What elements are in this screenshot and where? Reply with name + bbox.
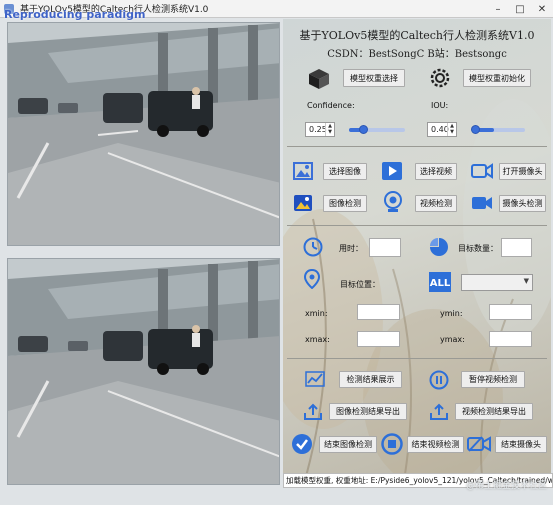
detection-image-panel xyxy=(7,258,280,485)
select-video-button[interactable]: 选择视频 xyxy=(415,163,457,180)
line-chart-icon xyxy=(305,371,325,387)
export-icon xyxy=(304,403,322,420)
author-credit: CSDN：BestSongC B站：Bestsongc xyxy=(327,49,507,60)
confidence-label: Confidence: xyxy=(307,101,355,110)
svg-text:ALL: ALL xyxy=(430,278,451,289)
target-count-label: 目标数量： xyxy=(458,244,498,253)
ymax-field xyxy=(489,331,532,347)
export-video-results-button[interactable]: 视频检测结果导出 xyxy=(455,403,533,420)
check-circle-icon xyxy=(292,434,312,454)
end-camera-button[interactable]: 结束摄像头 xyxy=(495,436,547,453)
image-detect-button[interactable]: 图像检测 xyxy=(323,195,367,212)
end-video-detect-button[interactable]: 结束视频检测 xyxy=(407,436,464,453)
target-select[interactable]: ▼ xyxy=(461,274,533,291)
time-value-field xyxy=(369,238,401,257)
target-count-field xyxy=(501,238,532,257)
confidence-slider-handle[interactable] xyxy=(359,125,368,134)
chevron-down-icon: ▼ xyxy=(523,277,529,285)
maximize-button[interactable]: □ xyxy=(509,0,531,18)
iou-label: IOU: xyxy=(431,101,449,110)
xmin-label: xmin: xyxy=(305,309,328,318)
camera-detect-button[interactable]: 摄像头检测 xyxy=(499,195,546,212)
iou-slider-handle[interactable] xyxy=(471,125,480,134)
camera-off-icon xyxy=(467,436,491,452)
stop-circle-icon xyxy=(381,433,403,455)
ymin-label: ymin: xyxy=(440,309,463,318)
select-image-button[interactable]: 选择图像 xyxy=(323,163,367,180)
iou-slider[interactable] xyxy=(471,125,525,134)
show-results-button[interactable]: 检测结果展示 xyxy=(339,371,402,388)
pie-chart-icon xyxy=(430,238,448,256)
window-controls: – □ ✕ xyxy=(487,0,553,18)
xmin-field xyxy=(357,304,400,320)
camera-detect-icon xyxy=(472,197,492,209)
spin-arrows-icon[interactable]: ▲ ▼ xyxy=(325,123,334,136)
init-weights-button[interactable]: 模型权重初始化 xyxy=(463,69,531,87)
export-icon xyxy=(430,403,448,420)
ymin-field xyxy=(489,304,532,320)
image-detect-icon xyxy=(294,195,312,211)
pause-video-button[interactable]: 暂停视频检测 xyxy=(461,371,525,388)
app-title: 基于YOLOv5模型的Caltech行人检测系统V1.0 xyxy=(299,29,535,42)
export-image-results-button[interactable]: 图像检测结果导出 xyxy=(329,403,407,420)
target-position-label: 目标位置： xyxy=(340,280,380,289)
pause-icon xyxy=(429,370,449,390)
control-panel: 基于YOLOv5模型的Caltech行人检测系统V1.0 CSDN：BestSo… xyxy=(283,19,551,487)
divider xyxy=(287,358,547,359)
clock-icon xyxy=(303,237,323,257)
time-label: 用时： xyxy=(339,244,363,253)
spin-arrows-icon[interactable]: ▲ ▼ xyxy=(447,123,456,136)
minimize-button[interactable]: – xyxy=(487,0,509,18)
divider xyxy=(287,146,547,147)
all-icon: ALL xyxy=(429,272,451,292)
close-button[interactable]: ✕ xyxy=(531,0,553,18)
gear-icon xyxy=(430,68,450,88)
overlay-watermark: Reproducing paradigm xyxy=(4,8,146,21)
street-scene-original xyxy=(8,23,279,245)
select-weights-button[interactable]: 模型权重选择 xyxy=(343,69,405,87)
confidence-slider[interactable] xyxy=(349,125,405,134)
original-image-panel xyxy=(7,22,280,246)
open-camera-button[interactable]: 打开摄像头 xyxy=(499,163,546,180)
location-pin-icon xyxy=(303,269,321,289)
iou-spinbox[interactable]: 0.40 ▲ ▼ xyxy=(427,122,457,137)
xmax-label: xmax: xyxy=(305,335,330,344)
video-icon xyxy=(382,162,402,180)
image-icon xyxy=(293,162,313,180)
camera-icon xyxy=(471,163,493,179)
divider xyxy=(287,225,547,226)
video-detect-button[interactable]: 视频检测 xyxy=(415,195,457,212)
confidence-spinbox[interactable]: 0.25 ▲ ▼ xyxy=(305,122,335,137)
webcam-icon xyxy=(384,191,402,212)
ymax-label: ymax: xyxy=(440,335,465,344)
cube-icon xyxy=(309,69,329,89)
street-scene-detected xyxy=(8,259,279,484)
end-image-detect-button[interactable]: 结束图像检测 xyxy=(319,436,377,453)
xmax-field xyxy=(357,331,400,347)
watermark-credit: @稀土掘金技术社区 xyxy=(465,481,547,491)
